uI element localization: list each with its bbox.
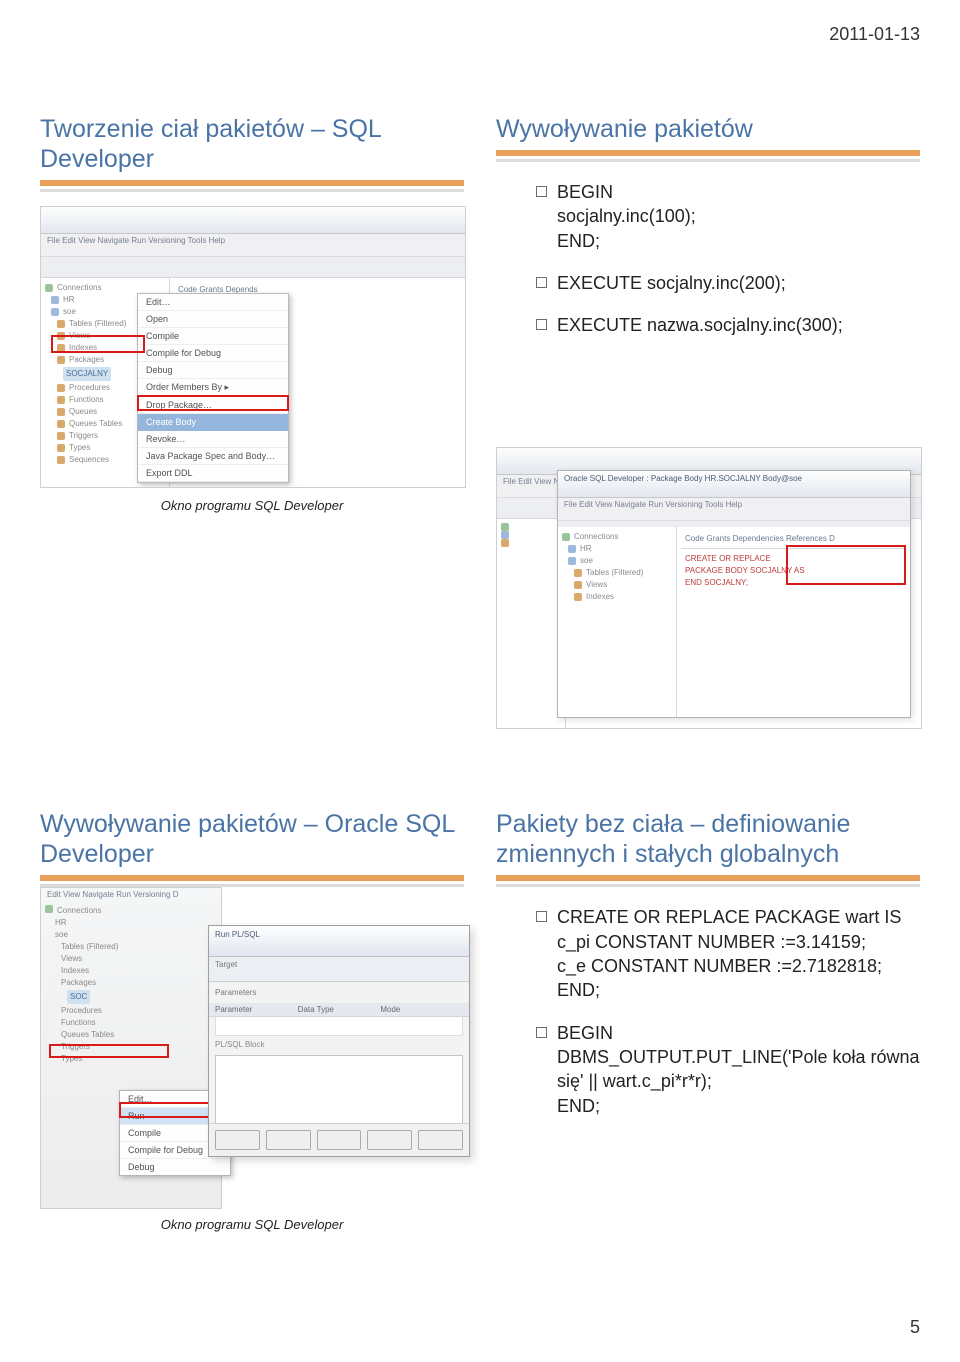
- btn-ok: [367, 1130, 412, 1150]
- label-sql-block: PL/SQL Block: [209, 1036, 469, 1049]
- panel-bodyless-packages: Pakiety bez ciała – definiowanie zmienny…: [496, 809, 920, 1232]
- panel-d-title: Pakiety bez ciała – definiowanie zmienny…: [496, 809, 920, 869]
- connections-tree: [497, 519, 566, 729]
- bullet-icon: [536, 319, 547, 330]
- screenshot-package-body: File Edit View Navigate Run Versioning T…: [496, 447, 922, 729]
- tree-node: Queues Tables: [69, 418, 122, 430]
- document-date: 2011-01-13: [829, 24, 920, 45]
- dialog-footer: [209, 1123, 469, 1156]
- title-underline: [496, 150, 920, 162]
- bullet-icon: [536, 277, 547, 288]
- title-underline: [40, 180, 464, 192]
- dialog-run-plsql: Run PL/SQL Target Parameters Parameter D…: [208, 925, 470, 1157]
- tree-node: Sequences: [69, 454, 109, 466]
- tree-node: Packages: [69, 354, 104, 366]
- label-parameters: Parameters: [215, 988, 261, 997]
- tree-node-socjalny: SOCJALNY: [63, 367, 111, 381]
- tree-node: Procedures: [69, 382, 110, 394]
- tree-node: Types: [69, 442, 90, 454]
- bullet-icon: [536, 186, 547, 197]
- dialog-title: Run PL/SQL: [209, 926, 469, 957]
- btn-reset: [317, 1130, 362, 1150]
- panel-c-title: Wywoływanie pakietów – Oracle SQL Develo…: [40, 809, 464, 869]
- screenshot-caption: Okno programu SQL Developer: [40, 498, 464, 513]
- win-title-bar: [41, 207, 465, 234]
- panel-invoke-packages: Wywoływanie pakietów BEGIN socjalny.inc(…: [496, 114, 920, 729]
- code-bullet: BEGIN socjalny.inc(100); END;: [536, 180, 920, 253]
- context-menu: Edit… Open Compile Compile for Debug Deb…: [137, 293, 289, 483]
- btn-save-file: [215, 1130, 260, 1150]
- tree-node: Functions: [69, 394, 104, 406]
- bullet-icon: [536, 911, 547, 922]
- page-number: 5: [910, 1317, 920, 1338]
- btn-cancel: [418, 1130, 463, 1150]
- inner-window: Oracle SQL Developer : Package Body HR.S…: [557, 470, 911, 718]
- tree-node: soe: [63, 306, 76, 318]
- screenshot-create-body: File Edit View Navigate Run Versioning T…: [40, 206, 466, 488]
- editor-code: Code Grants Dependencies References D CR…: [677, 527, 910, 717]
- tree-node: Indexes: [69, 342, 97, 354]
- title-underline: [40, 875, 464, 887]
- ctx-menu-create-body: Create Body: [138, 414, 288, 431]
- tree-node: Queues: [69, 406, 97, 418]
- tree-node: Triggers: [69, 430, 98, 442]
- code-bullet: EXECUTE nazwa.socjalny.inc(300);: [536, 313, 920, 337]
- bullet-icon: [536, 1027, 547, 1038]
- dialog-tab-target: Target: [209, 957, 469, 982]
- code-bullet: BEGIN DBMS_OUTPUT.PUT_LINE('Pole koła ró…: [536, 1021, 920, 1118]
- code-bullet: CREATE OR REPLACE PACKAGE wart IS c_pi C…: [536, 905, 920, 1002]
- tree-node-soc: SOC: [67, 990, 90, 1004]
- panel-create-body: Tworzenie ciał pakietów – SQL Developer …: [40, 114, 464, 729]
- screenshot-run-plsql: Edit View Navigate Run Versioning D Conn…: [40, 887, 464, 1207]
- title-underline: [496, 875, 920, 887]
- panel-a-title: Tworzenie ciał pakietów – SQL Developer: [40, 114, 464, 174]
- tree-node: HR: [63, 294, 75, 306]
- btn-from-file: [266, 1130, 311, 1150]
- toolbar-icons: [41, 257, 465, 278]
- tree-node: Views: [69, 330, 90, 342]
- panel-invoke-sqldev: Wywoływanie pakietów – Oracle SQL Develo…: [40, 809, 464, 1232]
- code-bullet: EXECUTE socjalny.inc(200);: [536, 271, 920, 295]
- tree-node: Connections: [57, 282, 101, 294]
- screenshot-caption: Okno programu SQL Developer: [40, 1217, 464, 1232]
- tree-node: Tables (Filtered): [69, 318, 126, 330]
- connections-tree: Connections HR soe Tables (Filtered) Vie…: [558, 527, 677, 717]
- menu-bar: File Edit View Navigate Run Versioning T…: [41, 234, 465, 257]
- parameters-grid-header: Parameter Data Type Mode: [209, 1003, 469, 1017]
- panel-b-title: Wywoływanie pakietów: [496, 114, 920, 144]
